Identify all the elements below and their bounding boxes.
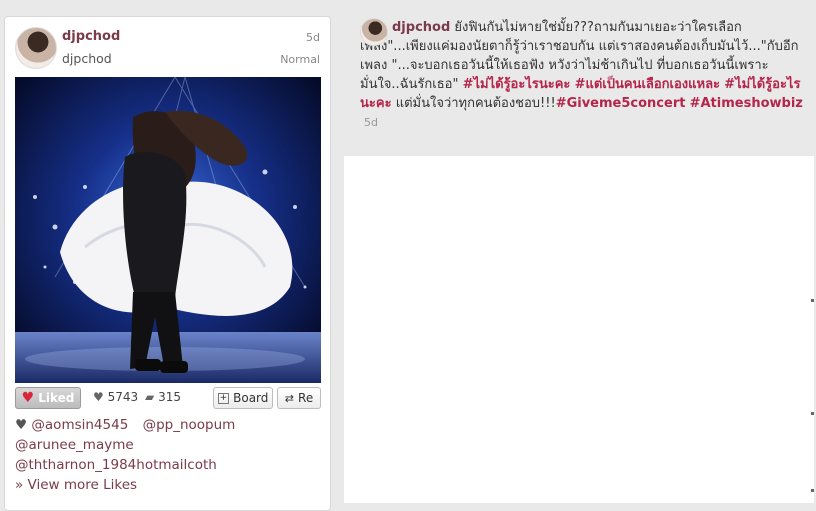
caption-text: djpchod ยังฟินกันไม่หายใช่มั้ย???ถามกันม… [360, 18, 810, 132]
scroll-marker [811, 299, 814, 302]
likers-list: ♥ @aomsin4545 @pp_noopum @arunee_mayme @… [15, 415, 325, 495]
heart-icon: ♥ [21, 390, 35, 406]
avatar[interactable] [360, 18, 388, 46]
hashtag-link[interactable]: #แต่เป็นคนเลือกเองแหละ [575, 77, 720, 92]
pin-actions: ♥ Liked ♥ 5743 ▰ 315 + Board ⇄ Re [15, 387, 321, 411]
liked-label: Liked [38, 391, 75, 405]
liked-button[interactable]: ♥ Liked [15, 387, 81, 409]
plus-icon: + [217, 392, 230, 404]
concert-photo [15, 77, 321, 383]
hashtag-link[interactable]: #ไม่ได้รู้อะไรนะคะ [463, 77, 571, 92]
comments-panel [344, 156, 814, 503]
scroll-marker [811, 412, 814, 415]
liker-link[interactable]: @ththarnon_1984hotmailcoth [15, 457, 217, 473]
likes-count-value: 5743 [107, 390, 139, 404]
view-more-likes-link[interactable]: » View more Likes [15, 477, 137, 493]
board-label: Board [233, 391, 269, 405]
repin-button[interactable]: ⇄ Re [277, 387, 321, 409]
repin-label: Re [298, 391, 314, 405]
hashtag-link[interactable]: #Giveme5concert [556, 96, 686, 111]
likes-count: ♥ 5743 [93, 390, 138, 404]
comments-count-value: 315 [158, 390, 181, 404]
hashtag-link[interactable]: #Atimeshowbiz [690, 96, 803, 111]
post-age: 5d [306, 31, 320, 44]
pin-image[interactable] [15, 77, 321, 383]
post-age: 5d [364, 116, 378, 129]
heart-icon: ♥ [15, 417, 28, 433]
board-button[interactable]: + Board [213, 387, 273, 409]
caption-body: แต่มั่นใจว่าทุกคนต้องชอบ!!! [395, 96, 556, 111]
post-caption: djpchod ยังฟินกันไม่หายใช่มั้ย???ถามกันม… [360, 18, 810, 132]
comments-count: ▰ 315 [145, 390, 181, 404]
display-name: djpchod [62, 51, 112, 66]
status-label: Normal [280, 53, 320, 66]
username-link[interactable]: djpchod [392, 20, 450, 35]
scroll-marker [811, 489, 814, 492]
username-link[interactable]: djpchod [62, 29, 120, 44]
heart-icon: ♥ [93, 390, 104, 404]
avatar[interactable] [15, 27, 57, 69]
liker-link[interactable]: @pp_noopum [143, 417, 236, 433]
repin-icon: ⇄ [284, 391, 295, 405]
liker-link[interactable]: @aomsin4545 [31, 417, 128, 433]
pin-header: djpchod djpchod 5d Normal [15, 27, 320, 83]
liker-link[interactable]: @arunee_mayme [15, 437, 134, 453]
comment-icon: ▰ [145, 390, 155, 404]
pin-card: djpchod djpchod 5d Normal ♥ Liked ♥ 5743… [4, 16, 331, 511]
